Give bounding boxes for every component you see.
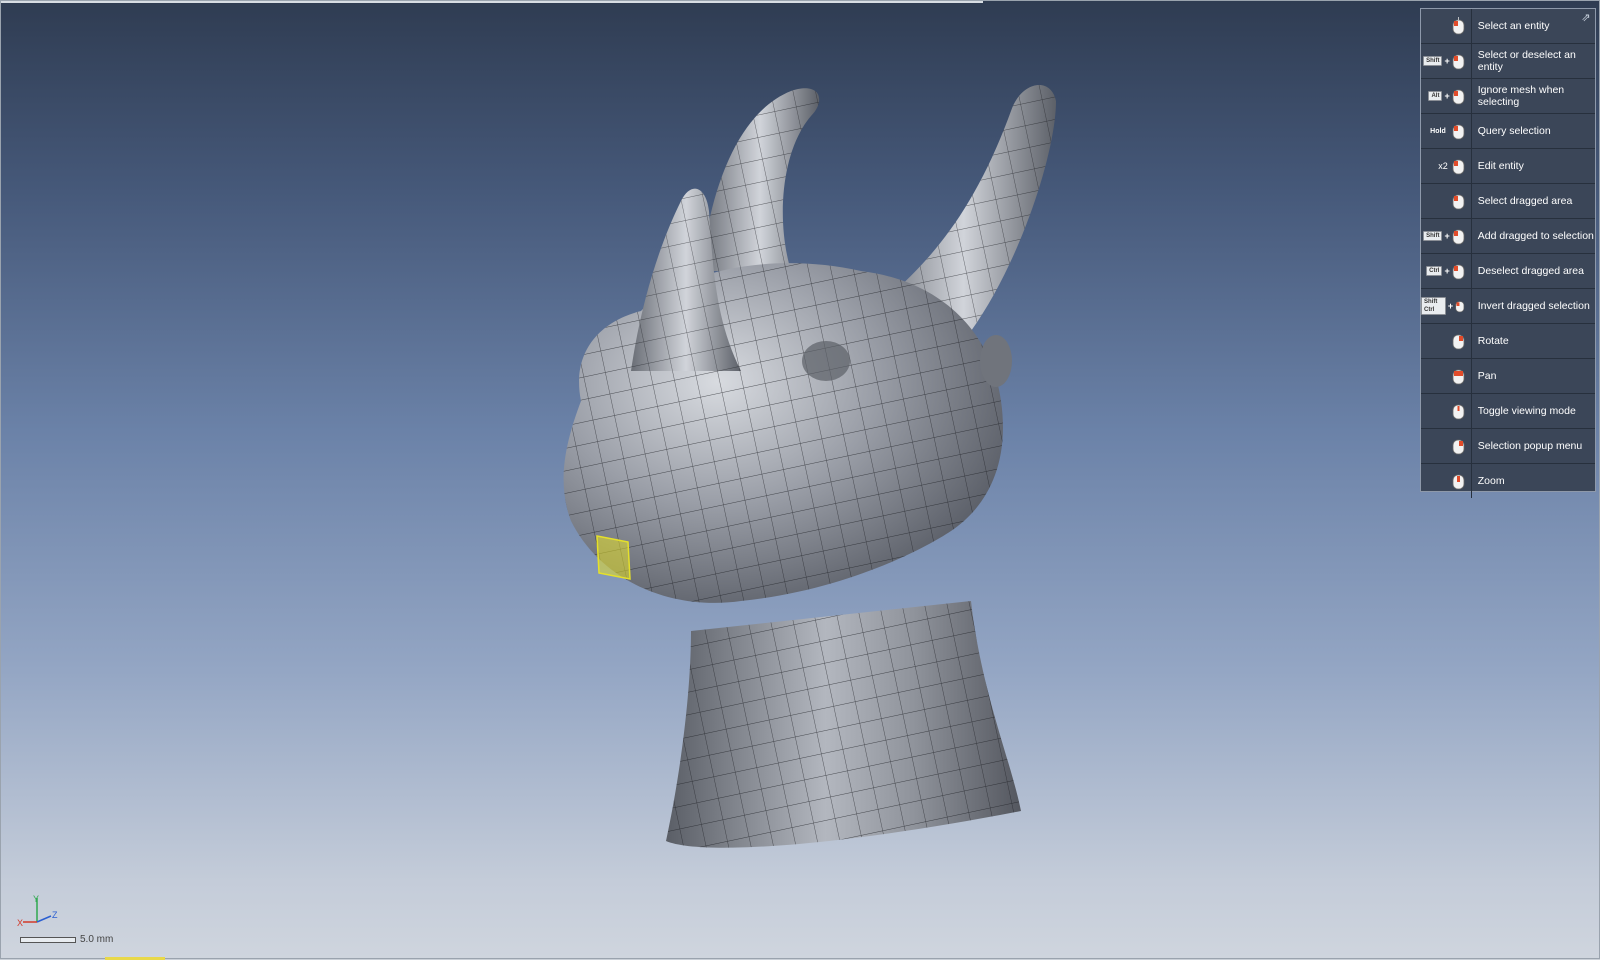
hold-label-icon: Hold xyxy=(1430,127,1446,135)
help-label: Invert dragged selection xyxy=(1477,300,1590,312)
mouse-left-click-icon xyxy=(1452,54,1465,70)
help-row-query-selection: Hold Query selection xyxy=(1421,114,1595,149)
help-label: Pan xyxy=(1477,370,1497,382)
help-icons: Alt + xyxy=(1421,79,1472,113)
help-icons: Shift + xyxy=(1421,219,1472,253)
help-row-selection-popup: Selection popup menu xyxy=(1421,429,1595,464)
help-icons xyxy=(1421,464,1472,498)
help-icons: Shift Ctrl + xyxy=(1421,289,1472,323)
3d-viewport[interactable]: ⇗ Select an entity Shift + Select or des… xyxy=(0,0,1600,960)
mouse-left-click-icon xyxy=(1452,17,1465,35)
mouse-right-click-icon xyxy=(1452,439,1465,455)
help-label: Add dragged to selection xyxy=(1477,230,1594,242)
axis-triad: Y X Z xyxy=(17,894,58,928)
shift-ctrl-key-icon: Shift Ctrl xyxy=(1421,297,1446,315)
alt-key-icon: Alt xyxy=(1428,91,1443,101)
shift-key-icon: Shift xyxy=(1423,56,1443,66)
mouse-left-drag-icon xyxy=(1455,301,1465,313)
plus-icon: + xyxy=(1444,56,1450,66)
help-icons xyxy=(1421,429,1472,463)
help-label: Select or deselect an entity xyxy=(1477,49,1576,73)
help-label: Ignore mesh when selecting xyxy=(1477,84,1565,108)
mouse-left-drag-icon xyxy=(1452,194,1465,210)
help-row-rotate: Rotate xyxy=(1421,324,1595,359)
help-row-edit-entity: x2 Edit entity xyxy=(1421,149,1595,184)
help-row-deselect-dragged: Ctrl + Deselect dragged area xyxy=(1421,254,1595,289)
selected-face[interactable] xyxy=(596,535,631,580)
y-axis-label: Y xyxy=(33,894,39,904)
help-label: Zoom xyxy=(1477,475,1505,487)
mouse-left-hold-icon xyxy=(1452,124,1465,140)
help-label: Deselect dragged area xyxy=(1477,265,1584,277)
help-row-select-deselect-entity: Shift + Select or deselect an entity xyxy=(1421,44,1595,79)
mouse-help-panel: ⇗ Select an entity Shift + Select or des… xyxy=(1420,8,1596,498)
mouse-left-click-icon xyxy=(1452,89,1465,105)
scale-label: 5.0 mm xyxy=(80,934,114,945)
z-axis-label: Z xyxy=(52,910,58,920)
help-row-zoom: Zoom xyxy=(1421,464,1595,498)
help-icons xyxy=(1421,394,1472,428)
help-icons: x2 xyxy=(1421,149,1472,183)
help-row-toggle-viewing: Toggle viewing mode xyxy=(1421,394,1595,429)
help-row-invert-dragged: Shift Ctrl + Invert dragged selection xyxy=(1421,289,1595,324)
help-row-select-dragged: Select dragged area xyxy=(1421,184,1595,219)
mouse-wheel-icon xyxy=(1452,474,1465,490)
double-click-icon: x2 xyxy=(1438,161,1448,171)
mouse-double-click-icon xyxy=(1452,159,1465,175)
help-row-select-entity: Select an entity xyxy=(1421,9,1595,44)
plus-icon: + xyxy=(1447,301,1454,311)
help-row-add-dragged: Shift + Add dragged to selection xyxy=(1421,219,1595,254)
help-label: Select dragged area xyxy=(1477,195,1573,207)
help-icons: Hold xyxy=(1421,114,1472,148)
help-icons xyxy=(1421,359,1472,393)
mouse-right-drag-icon xyxy=(1452,334,1465,350)
plus-icon: + xyxy=(1444,266,1450,276)
plus-icon: + xyxy=(1444,231,1450,241)
help-icons xyxy=(1421,324,1472,358)
mouse-middle-click-icon xyxy=(1452,404,1465,420)
help-row-pan: Pan xyxy=(1421,359,1595,394)
help-icons xyxy=(1421,184,1472,218)
help-label: Select an entity xyxy=(1477,20,1550,32)
help-label: Edit entity xyxy=(1477,160,1524,172)
mouse-left-drag-icon xyxy=(1452,264,1465,280)
mesh-model[interactable] xyxy=(541,71,1101,881)
x-axis-label: X xyxy=(17,918,23,928)
ctrl-key-icon: Ctrl xyxy=(1426,266,1443,276)
help-row-ignore-mesh: Alt + Ignore mesh when selecting xyxy=(1421,79,1595,114)
help-label: Toggle viewing mode xyxy=(1477,405,1576,417)
shift-key-icon: Shift xyxy=(1423,231,1443,241)
mouse-left-drag-icon xyxy=(1452,229,1465,245)
scale-bar xyxy=(20,936,76,943)
help-label: Rotate xyxy=(1477,335,1509,347)
plus-icon: + xyxy=(1444,91,1450,101)
help-label: Query selection xyxy=(1477,125,1551,137)
help-label: Selection popup menu xyxy=(1477,440,1583,452)
help-icons: Shift + xyxy=(1421,44,1472,78)
help-icons xyxy=(1421,9,1472,43)
top-edge xyxy=(1,1,983,3)
mouse-both-drag-icon xyxy=(1452,369,1465,385)
scale-indicator: 5.0 mm xyxy=(20,934,113,945)
help-icons: Ctrl + xyxy=(1421,254,1472,288)
